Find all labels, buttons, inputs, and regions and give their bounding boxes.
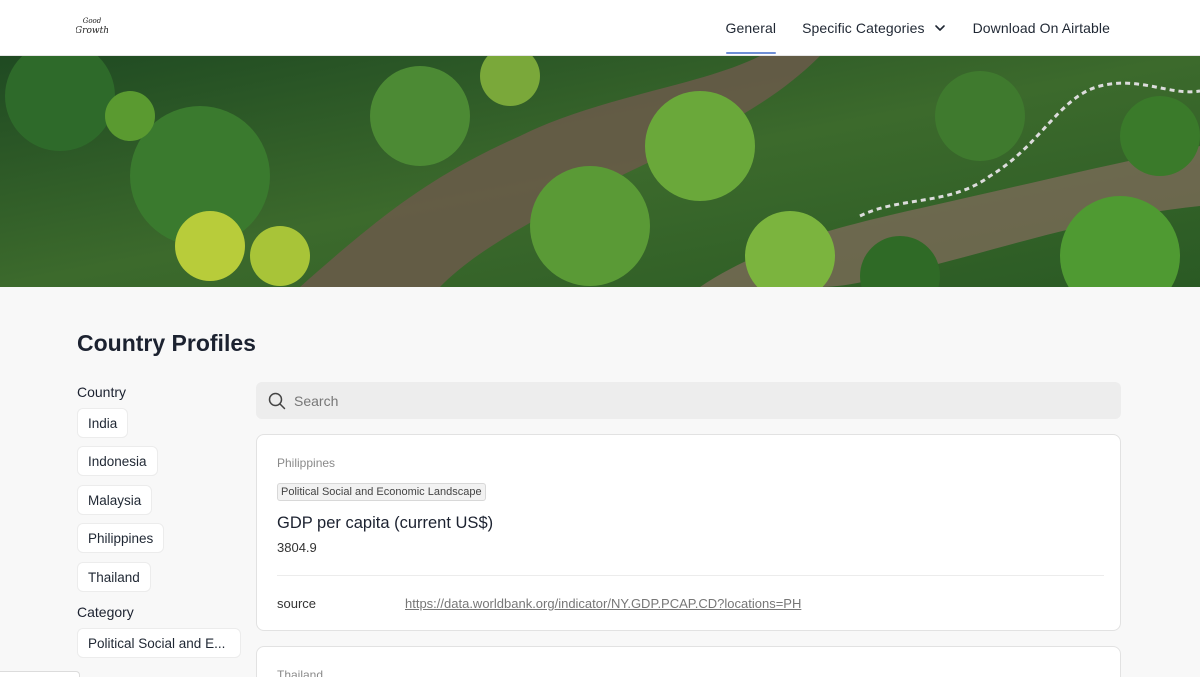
- nav-general[interactable]: General: [725, 0, 777, 56]
- search-bar: [256, 382, 1121, 419]
- category-filter-heading: Category: [77, 604, 134, 620]
- top-header: Good Growth General Specific Categories …: [0, 0, 1200, 56]
- good-growth-logo[interactable]: Good Growth: [76, 14, 108, 40]
- search-icon: [268, 392, 286, 410]
- logo-icon: Good Growth: [76, 17, 108, 36]
- card-title: GDP per capita (current US$): [277, 514, 494, 532]
- nav-download-airtable-label: Download On Airtable: [972, 20, 1110, 36]
- source-link[interactable]: https://data.worldbank.org/indicator/NY.…: [405, 596, 801, 611]
- svg-text:Growth: Growth: [76, 26, 108, 36]
- card-country: Thailand: [277, 668, 324, 677]
- result-card[interactable]: Philippines Political Social and Economi…: [256, 434, 1121, 631]
- corner-widget: [0, 671, 80, 677]
- hero-banner-image: [0, 56, 1200, 287]
- country-filter-heading: Country: [77, 384, 127, 400]
- source-label: source: [277, 596, 317, 611]
- result-card[interactable]: Thailand: [256, 646, 1121, 677]
- country-chip-malaysia[interactable]: Malaysia: [77, 485, 153, 515]
- chevron-down-icon: [933, 21, 947, 35]
- svg-text:Good: Good: [83, 17, 102, 25]
- card-category-tag: Political Social and Economic Landscape: [277, 483, 486, 501]
- nav-specific-categories[interactable]: Specific Categories: [802, 0, 947, 56]
- card-value: 3804.9: [277, 540, 317, 555]
- page-title: Country Profiles: [77, 330, 256, 356]
- nav-download-airtable[interactable]: Download On Airtable: [973, 0, 1110, 56]
- country-chip-indonesia[interactable]: Indonesia: [77, 446, 158, 476]
- nav-specific-categories-label: Specific Categories: [802, 20, 925, 36]
- nav-general-label: General: [725, 20, 777, 36]
- card-country: Philippines: [277, 456, 336, 470]
- country-chip-philippines[interactable]: Philippines: [77, 523, 165, 553]
- search-input[interactable]: [294, 392, 1074, 409]
- country-chip-india[interactable]: India: [77, 408, 129, 438]
- category-chip-political[interactable]: Political Social and E...: [77, 628, 241, 658]
- main-nav: General Specific Categories Download On …: [725, 0, 1110, 56]
- country-chip-thailand[interactable]: Thailand: [77, 562, 151, 592]
- card-divider: [277, 575, 1104, 576]
